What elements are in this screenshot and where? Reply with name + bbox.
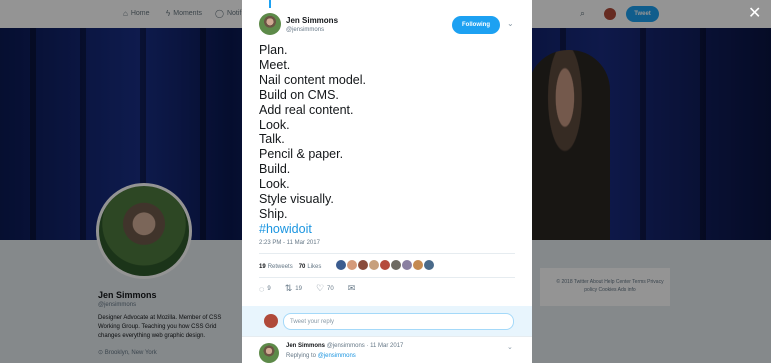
tweet-line: Build.: [259, 162, 291, 177]
thread-connector: [269, 0, 271, 8]
tweet-modal: Jen Simmons @jensimmons Following ⌄ Plan…: [242, 0, 532, 363]
hashtag-link[interactable]: #howidoit: [259, 222, 519, 237]
tweet-timestamp[interactable]: 2:23 PM - 11 Mar 2017: [259, 240, 320, 246]
retweet-count: 19: [295, 285, 302, 292]
tweet-line: Meet.: [259, 57, 291, 72]
direct-message-button[interactable]: ✉: [348, 283, 356, 294]
reply-meta: Jen Simmons @jensimmons · 11 Mar 2017: [286, 343, 403, 349]
tweet-line: Talk.: [259, 132, 285, 147]
retweets-stat[interactable]: 19 Retweets: [259, 264, 293, 270]
reply-author-name[interactable]: Jen Simmons: [286, 343, 325, 349]
liker-avatars: [335, 259, 435, 271]
author-handle[interactable]: @jensimmons: [286, 27, 324, 33]
tweet-stats: 19 Retweets 70 Likes: [259, 260, 327, 274]
following-button[interactable]: Following: [452, 16, 500, 34]
tweet-text: Plan. Meet. Nail content model. Build on…: [259, 43, 519, 237]
reply-date[interactable]: 11 Mar 2017: [370, 343, 403, 349]
likes-label: Likes: [307, 264, 322, 270]
tweet-actions: ◌ 9 ⇅ 19 ♡ 70 ✉: [259, 283, 369, 294]
retweet-button[interactable]: ⇅ 19: [285, 283, 302, 294]
reply-composer: Tweet your reply: [242, 306, 532, 336]
reply-button[interactable]: ◌ 9: [259, 284, 271, 294]
author-name[interactable]: Jen Simmons: [286, 16, 338, 25]
reply-count: 9: [267, 285, 271, 292]
replying-to: Replying to @jensimmons: [286, 353, 356, 359]
tweet-line: Look.: [259, 177, 290, 192]
retweet-icon: ⇅: [284, 283, 293, 293]
envelope-icon: ✉: [347, 283, 356, 293]
reply-author-handle[interactable]: @jensimmons: [327, 343, 365, 349]
tweet-line: Look.: [259, 117, 290, 132]
tweet-line: Style visually.: [259, 192, 334, 207]
tweet-line: Pencil & paper.: [259, 147, 344, 162]
reply-author-avatar[interactable]: [259, 343, 279, 363]
tweet-line: Plan.: [259, 43, 288, 57]
liker-avatar[interactable]: [423, 259, 435, 271]
tweet-line: Nail content model.: [259, 72, 367, 87]
tweet-line: Build on CMS.: [259, 87, 339, 102]
like-button[interactable]: ♡ 70: [316, 283, 334, 294]
retweets-count: 19: [259, 264, 266, 270]
heart-icon: ♡: [315, 283, 325, 293]
reply-icon: ◌: [259, 283, 265, 294]
divider: [259, 277, 515, 278]
retweets-label: Retweets: [267, 264, 293, 270]
tweet-header: Jen Simmons @jensimmons Following ⌄: [242, 0, 532, 42]
replying-to-link[interactable]: @jensimmons: [318, 353, 356, 359]
close-icon[interactable]: ✕: [748, 6, 761, 22]
tweet-line: Add real content.: [259, 102, 354, 117]
like-count: 70: [327, 285, 334, 292]
likes-stat[interactable]: 70 Likes: [299, 264, 322, 270]
viewer-avatar: [264, 314, 278, 328]
chevron-down-icon[interactable]: ⌄: [507, 343, 513, 351]
reply-tweet[interactable]: Jen Simmons @jensimmons · 11 Mar 2017 Re…: [242, 336, 532, 363]
replying-prefix: Replying to: [286, 353, 317, 359]
divider: [259, 253, 515, 254]
reply-input[interactable]: Tweet your reply: [283, 313, 514, 330]
chevron-down-icon[interactable]: ⌄: [507, 19, 514, 28]
likes-count: 70: [298, 264, 306, 270]
tweet-line: Ship.: [259, 206, 288, 221]
author-avatar[interactable]: [259, 13, 281, 35]
